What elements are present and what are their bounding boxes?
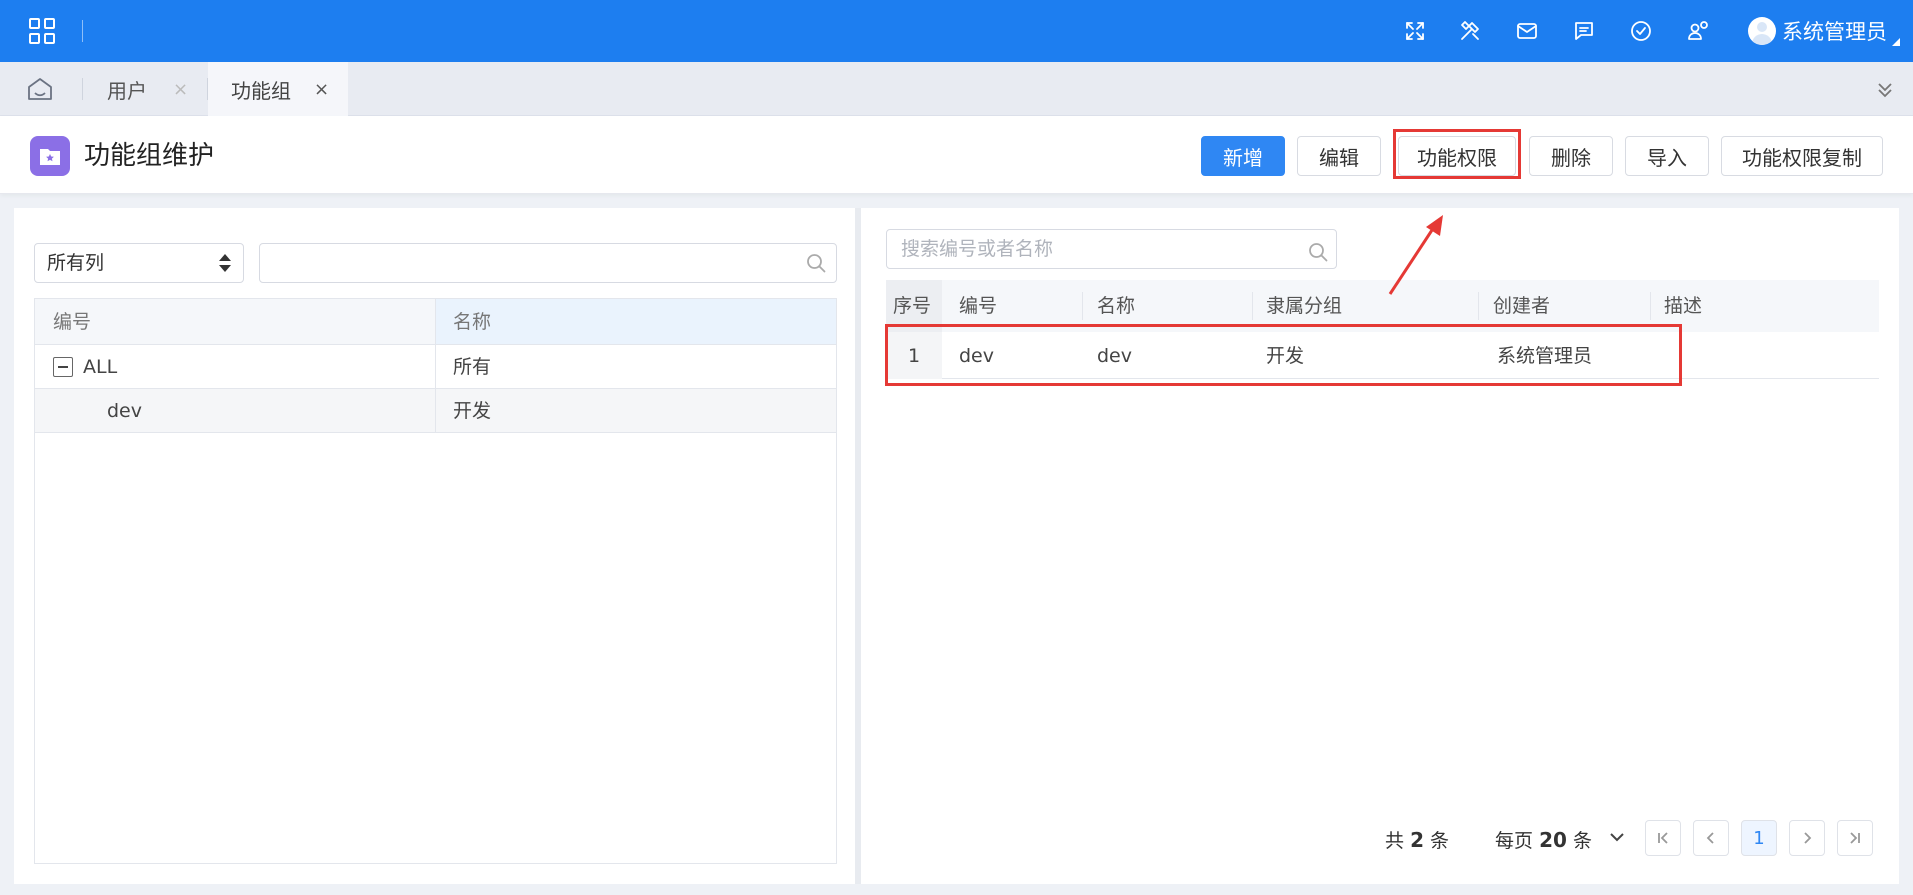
avatar[interactable]: [1748, 17, 1776, 45]
chevrons-down-icon[interactable]: [1874, 79, 1896, 101]
right-panel: 搜索编号或者名称 序号 编号 名称 隶属分组 创建者 描述 1 dev dev …: [861, 208, 1899, 884]
header-highlight: [435, 299, 836, 344]
column-header-creator[interactable]: 创建者: [1493, 294, 1550, 318]
column-header-desc[interactable]: 描述: [1664, 294, 1702, 318]
size-value: 20: [1539, 828, 1567, 852]
page-size-select[interactable]: 每页 20 条: [1495, 826, 1592, 853]
total-value: 2: [1410, 828, 1424, 852]
right-search-input[interactable]: 搜索编号或者名称: [886, 229, 1337, 269]
highlight-box: [885, 324, 1682, 386]
prev-page-button[interactable]: [1693, 820, 1729, 856]
left-panel: 所有列 编号 名称 ALL 所有 dev 开发: [14, 208, 855, 884]
search-icon[interactable]: [1307, 238, 1329, 262]
tab-bar: 用户 × 功能组 ×: [0, 62, 1913, 116]
tab-label: 功能组: [231, 78, 291, 103]
tree-table: 编号 名称 ALL 所有 dev 开发: [34, 298, 837, 864]
column-header-code[interactable]: 编号: [53, 310, 91, 334]
column-header-code[interactable]: 编号: [959, 294, 997, 318]
total-prefix: 共: [1385, 830, 1405, 852]
pagination: 共 2 条 每页 20 条 1: [861, 820, 1899, 856]
highlight-box: [1393, 129, 1521, 179]
column-divider: [1252, 292, 1253, 320]
username[interactable]: 系统管理员: [1782, 19, 1887, 45]
user-settings-icon[interactable]: [1683, 16, 1713, 46]
apps-grid-icon[interactable]: [29, 18, 55, 44]
first-page-button[interactable]: [1645, 820, 1681, 856]
tab-users[interactable]: 用户 ×: [83, 62, 207, 116]
size-suffix: 条: [1572, 830, 1592, 852]
mail-icon[interactable]: [1512, 16, 1542, 46]
home-icon[interactable]: [26, 76, 54, 102]
page-title: 功能组维护: [84, 141, 215, 171]
search-placeholder: 搜索编号或者名称: [901, 238, 1054, 260]
column-divider: [1650, 292, 1651, 320]
add-button[interactable]: 新增: [1201, 136, 1285, 176]
row-name: 开发: [453, 400, 492, 422]
collapse-icon[interactable]: [53, 357, 73, 377]
tools-icon[interactable]: [1455, 16, 1485, 46]
folder-star-icon: [30, 136, 70, 176]
tab-function-group[interactable]: 功能组 ×: [208, 62, 348, 116]
total-suffix: 条: [1430, 830, 1450, 852]
column-select[interactable]: 所有列: [34, 243, 244, 283]
close-icon[interactable]: ×: [314, 79, 329, 100]
column-header-group[interactable]: 隶属分组: [1266, 294, 1342, 318]
column-divider: [1082, 292, 1083, 320]
row-code: dev: [107, 400, 142, 422]
divider: [82, 20, 83, 42]
chevron-down-icon[interactable]: [1608, 828, 1626, 846]
copy-permissions-button[interactable]: 功能权限复制: [1721, 136, 1883, 176]
column-header-name[interactable]: 名称: [1097, 294, 1135, 318]
left-search-input[interactable]: [259, 243, 837, 283]
row-name: 所有: [453, 356, 492, 378]
import-button[interactable]: 导入: [1625, 136, 1709, 176]
annotation-arrow: [1388, 215, 1443, 295]
tab-label: 用户: [107, 78, 147, 103]
size-prefix: 每页: [1495, 830, 1534, 852]
current-page-button[interactable]: 1: [1741, 820, 1777, 856]
next-page-button[interactable]: [1789, 820, 1825, 856]
close-icon[interactable]: ×: [173, 79, 188, 100]
sort-arrows-icon: [219, 254, 231, 272]
last-page-button[interactable]: [1837, 820, 1873, 856]
row-code: ALL: [83, 356, 118, 378]
column-divider: [435, 345, 436, 433]
fullscreen-icon[interactable]: [1400, 16, 1430, 46]
page-header: 功能组维护 新增 编辑 功能权限 删除 导入 功能权限复制: [0, 116, 1913, 194]
edit-button[interactable]: 编辑: [1297, 136, 1381, 176]
column-header-name[interactable]: 名称: [453, 310, 491, 334]
check-circle-icon[interactable]: [1626, 16, 1656, 46]
column-divider: [1478, 292, 1479, 320]
total-count: 共 2 条: [1385, 826, 1449, 853]
delete-button[interactable]: 删除: [1529, 136, 1613, 176]
message-icon[interactable]: [1569, 16, 1599, 46]
top-bar: 系统管理员: [0, 0, 1913, 62]
caret-icon[interactable]: [1892, 38, 1900, 46]
column-header-seq[interactable]: 序号: [893, 294, 931, 318]
search-icon[interactable]: [805, 252, 827, 274]
select-value: 所有列: [47, 252, 105, 274]
